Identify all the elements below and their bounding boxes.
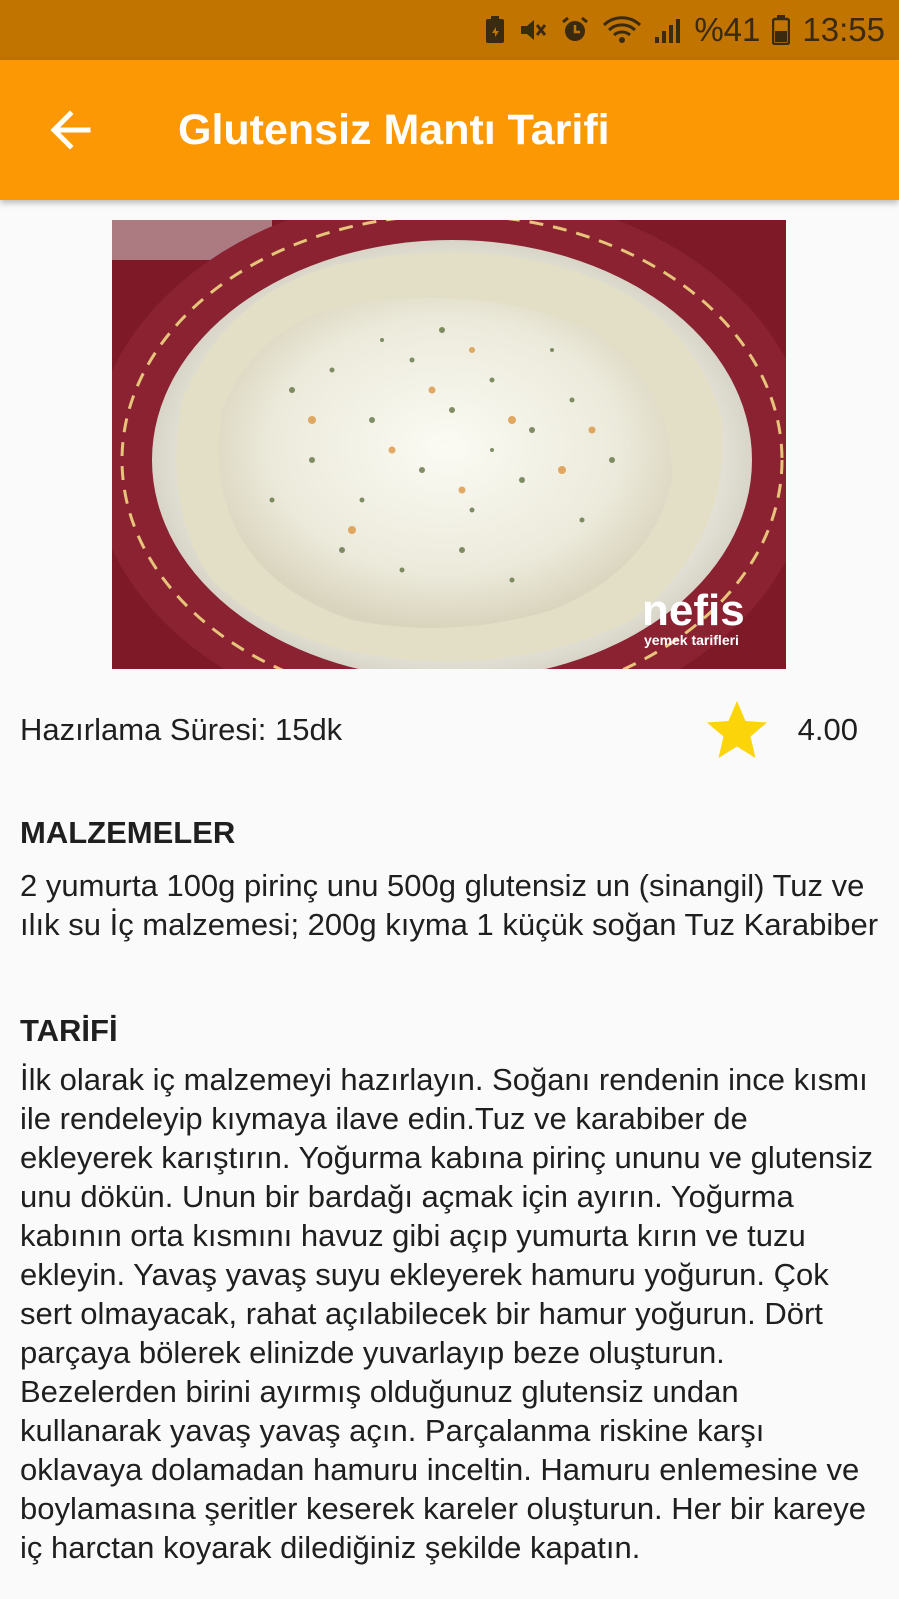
- wifi-icon: [602, 15, 642, 45]
- recipe-text: İlk olarak iç malzemeyi hazırlayın. Soğa…: [20, 1062, 873, 1565]
- arrow-left-icon: [50, 110, 91, 150]
- recipe-title: TARİFİ: [20, 1013, 118, 1048]
- recipe-image: nefis yemek tarifleri: [112, 220, 786, 669]
- alarm-icon: [560, 15, 590, 45]
- watermark-brand: nefis: [642, 586, 745, 635]
- back-button[interactable]: [40, 100, 100, 160]
- rating-value: 4.00: [797, 712, 858, 747]
- info-row: Hazırlama Süresi: 15dk 4.00: [20, 700, 880, 760]
- app-bar: Glutensiz Mantı Tarifi: [0, 60, 899, 200]
- mute-icon: [518, 15, 548, 45]
- prep-time: Hazırlama Süresi: 15dk: [20, 712, 343, 747]
- battery-saver-icon: [484, 15, 506, 45]
- page-title: Glutensiz Mantı Tarifi: [178, 105, 610, 154]
- ingredients-title: MALZEMELER: [20, 815, 236, 850]
- status-bar: %41 13:55: [0, 0, 899, 60]
- clock: 13:55: [802, 11, 885, 48]
- star-icon: [706, 701, 767, 758]
- battery-percent: %41: [694, 11, 761, 48]
- ingredients-text: 2 yumurta 100g pirinç unu 500g glutensiz…: [20, 868, 879, 942]
- signal-icon: [654, 15, 682, 45]
- battery-icon: [772, 15, 791, 45]
- watermark-sub: yemek tarifleri: [644, 632, 739, 648]
